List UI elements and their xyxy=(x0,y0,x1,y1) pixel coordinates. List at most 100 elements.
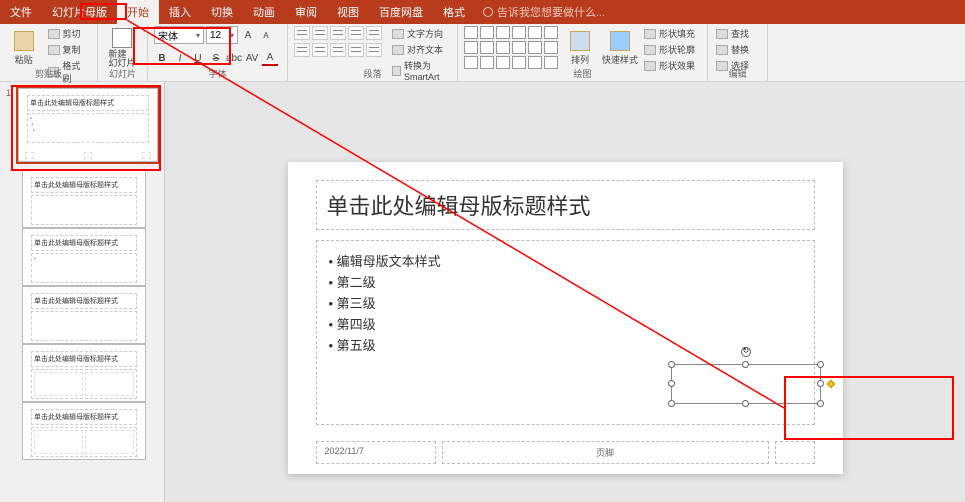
tell-me-search[interactable]: 告诉我您想要做什么... xyxy=(483,4,605,20)
copy-icon xyxy=(48,45,60,55)
slide-editor[interactable]: 单击此处编辑母版标题样式 编辑母版文本样式 第二级 第三级 第四级 第五级 20… xyxy=(165,82,965,502)
master-thumbnail[interactable]: 单击此处编辑母版标题样式 • • • ⠀⠀⠀ xyxy=(18,88,158,162)
tab-home[interactable]: 开始 xyxy=(117,0,159,24)
tab-file[interactable]: 文件 xyxy=(0,0,42,24)
paste-button[interactable]: 粘贴 xyxy=(6,26,42,70)
new-slide-button[interactable]: 新建 幻灯片 xyxy=(104,26,140,70)
layout-thumbnail[interactable]: 单击此处编辑母版标题样式 xyxy=(22,344,146,402)
thumb-number: 1 xyxy=(6,88,14,162)
shape-more[interactable] xyxy=(544,26,558,39)
thumbnail-panel[interactable]: 1 单击此处编辑母版标题样式 • • • ⠀⠀⠀ 单击此处编辑母版标题样式 单击… xyxy=(0,82,165,502)
fill-icon xyxy=(644,29,656,39)
tab-insert[interactable]: 插入 xyxy=(159,0,201,24)
text-direction-icon xyxy=(392,29,404,39)
group-paragraph: 文字方向 对齐文本 转换为 SmartArt 段落 xyxy=(288,24,458,81)
decrease-indent-button[interactable] xyxy=(330,26,346,40)
underline-button[interactable]: U xyxy=(190,50,206,66)
shape-rect[interactable] xyxy=(480,26,494,39)
font-color-button[interactable]: A xyxy=(262,50,278,66)
resize-handle[interactable] xyxy=(668,361,675,368)
justify-button[interactable] xyxy=(348,43,364,57)
paste-label: 粘贴 xyxy=(15,53,33,66)
layout-thumbnail[interactable]: 单击此处编辑母版标题样式 • xyxy=(22,228,146,286)
new-slide-icon xyxy=(112,28,132,48)
title-placeholder[interactable]: 单击此处编辑母版标题样式 xyxy=(316,180,815,230)
layout-thumbnail[interactable]: 单击此处编辑母版标题样式 xyxy=(22,170,146,228)
copy-button[interactable]: 复制 xyxy=(46,42,91,57)
resize-handle[interactable] xyxy=(817,361,824,368)
tab-transitions[interactable]: 切换 xyxy=(201,0,243,24)
resize-handle[interactable] xyxy=(668,380,675,387)
group-clipboard: 粘贴 剪切 复制 格式刷 剪贴板 xyxy=(0,24,98,81)
tab-slide-master[interactable]: 幻灯片母版 xyxy=(42,0,117,24)
chevron-down-icon: ▾ xyxy=(230,31,234,40)
search-icon xyxy=(716,29,728,39)
group-font: 宋体▾ 12▾ A A B I U S abc AV A 字体 xyxy=(148,24,288,81)
footer-placeholders: 2022/11/7 页脚 xyxy=(316,441,815,464)
align-left-button[interactable] xyxy=(294,43,310,57)
arrange-icon xyxy=(570,31,590,51)
font-size-combo[interactable]: 12▾ xyxy=(206,26,238,44)
arrange-button[interactable]: 排列 xyxy=(562,26,598,70)
align-text-button[interactable]: 对齐文本 xyxy=(390,42,451,57)
replace-button[interactable]: 替换 xyxy=(714,42,751,57)
adjustment-handle[interactable] xyxy=(826,380,834,388)
ribbon-tabs: 文件 幻灯片母版 开始 插入 切换 动画 审阅 视图 百度网盘 格式 xyxy=(0,0,475,24)
tab-format[interactable]: 格式 xyxy=(433,0,475,24)
shape-fill-button[interactable]: 形状填充 xyxy=(642,26,697,41)
strikethrough-button[interactable]: S xyxy=(208,50,224,66)
tab-view[interactable]: 视图 xyxy=(327,0,369,24)
align-text-icon xyxy=(392,45,404,55)
find-button[interactable]: 查找 xyxy=(714,26,751,41)
resize-handle[interactable] xyxy=(817,380,824,387)
text-direction-button[interactable]: 文字方向 xyxy=(390,26,451,41)
bold-button[interactable]: B xyxy=(154,50,170,66)
tab-baidu[interactable]: 百度网盘 xyxy=(369,0,433,24)
paste-icon xyxy=(14,31,34,51)
shape-triangle[interactable] xyxy=(528,26,542,39)
numbering-button[interactable] xyxy=(312,26,328,40)
layout-thumbnail[interactable]: 单击此处编辑母版标题样式 xyxy=(22,402,146,460)
drawing-group-label: 绘图 xyxy=(458,67,707,80)
font-name-combo[interactable]: 宋体▾ xyxy=(154,26,204,44)
increase-indent-button[interactable] xyxy=(348,26,364,40)
body-level-1: 编辑母版文本样式 xyxy=(329,251,802,270)
shape-arrow[interactable] xyxy=(512,26,526,39)
align-right-button[interactable] xyxy=(330,43,346,57)
group-drawing: 排列 快速样式 形状填充 形状轮廓 形状效果 绘图 xyxy=(458,24,708,81)
bulb-icon xyxy=(483,7,493,17)
title-text: 单击此处编辑母版标题样式 xyxy=(327,189,804,221)
selected-shape[interactable] xyxy=(671,364,821,404)
tab-animations[interactable]: 动画 xyxy=(243,0,285,24)
layout-thumbnail[interactable]: 单击此处编辑母版标题样式 xyxy=(22,286,146,344)
date-placeholder[interactable]: 2022/11/7 xyxy=(316,441,436,464)
char-spacing-button[interactable]: AV xyxy=(244,50,260,66)
resize-handle[interactable] xyxy=(817,400,824,407)
ribbon: 粘贴 剪切 复制 格式刷 剪贴板 新建 幻灯片 幻灯片 宋体▾ 12▾ A A xyxy=(0,24,965,82)
shape-outline-button[interactable]: 形状轮廓 xyxy=(642,42,697,57)
resize-handle[interactable] xyxy=(742,361,749,368)
master-slide[interactable]: 单击此处编辑母版标题样式 编辑母版文本样式 第二级 第三级 第四级 第五级 20… xyxy=(288,162,843,474)
italic-button[interactable]: I xyxy=(172,50,188,66)
quick-styles-button[interactable]: 快速样式 xyxy=(602,26,638,70)
footer-placeholder[interactable]: 页脚 xyxy=(442,441,769,464)
rotation-handle[interactable] xyxy=(741,347,751,357)
title-bar: 文件 幻灯片母版 开始 插入 切换 动画 审阅 视图 百度网盘 格式 告诉我您想… xyxy=(0,0,965,24)
increase-font-button[interactable]: A xyxy=(240,27,256,43)
shape-oval[interactable] xyxy=(496,26,510,39)
line-spacing-button[interactable] xyxy=(366,26,382,40)
shapes-gallery[interactable] xyxy=(464,26,558,69)
slide-number-placeholder[interactable] xyxy=(775,441,815,464)
decrease-font-button[interactable]: A xyxy=(258,27,274,43)
cut-button[interactable]: 剪切 xyxy=(46,26,91,41)
resize-handle[interactable] xyxy=(742,400,749,407)
tab-review[interactable]: 审阅 xyxy=(285,0,327,24)
resize-handle[interactable] xyxy=(668,400,675,407)
body-level-3: 第三级 xyxy=(329,293,802,312)
align-center-button[interactable] xyxy=(312,43,328,57)
shape-line[interactable] xyxy=(464,26,478,39)
bullets-button[interactable] xyxy=(294,26,310,40)
text-shadow-button[interactable]: abc xyxy=(226,50,242,66)
columns-button[interactable] xyxy=(366,43,382,57)
group-slides: 新建 幻灯片 幻灯片 xyxy=(98,24,148,81)
